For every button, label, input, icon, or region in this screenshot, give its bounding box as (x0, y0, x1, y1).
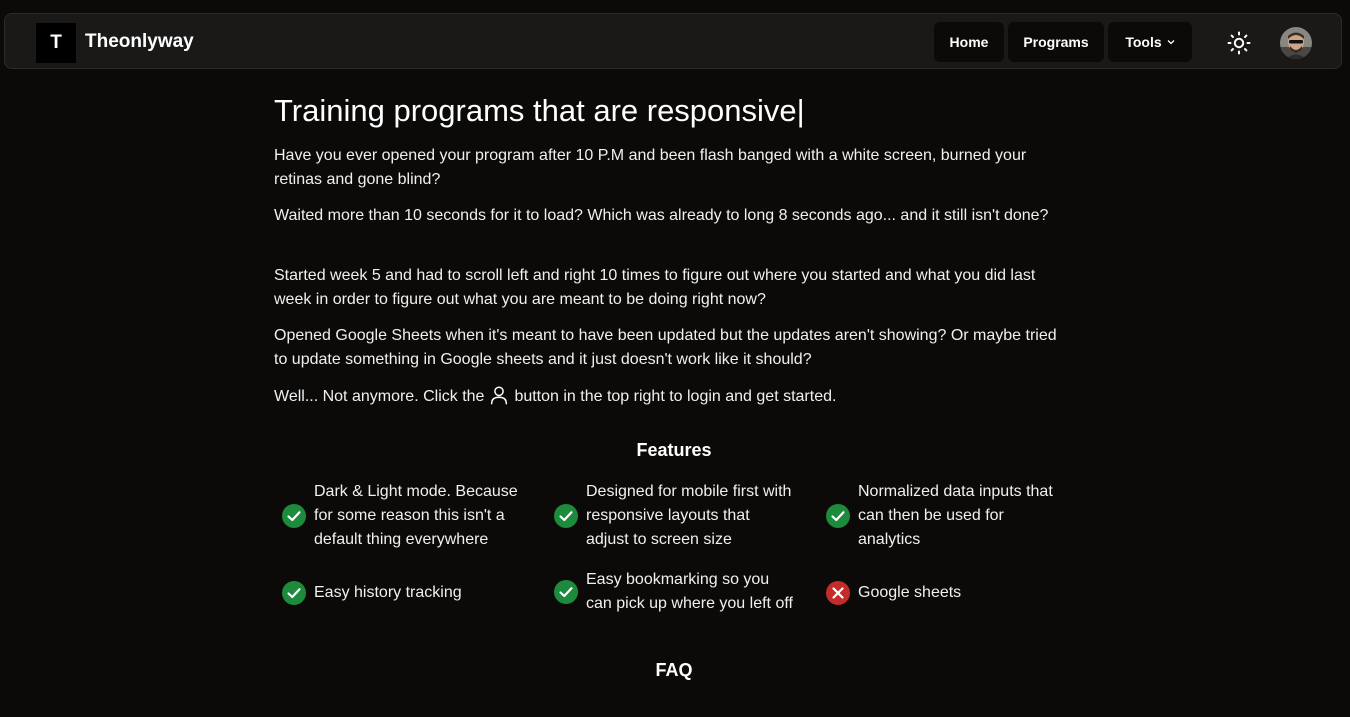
check-circle-icon (282, 581, 306, 605)
intro-paragraph-3: Started week 5 and had to scroll left an… (274, 267, 1036, 308)
intro-paragraph-2: Waited more than 10 seconds for it to lo… (274, 207, 1049, 224)
nav-tools-label: Tools (1125, 34, 1162, 50)
feature-item: Easy bookmarking so you can pick up wher… (546, 568, 796, 616)
x-circle-icon (826, 581, 850, 605)
chevron-down-icon (1167, 39, 1175, 45)
nav-home-button[interactable]: Home (934, 22, 1004, 62)
nav-programs-label: Programs (1023, 34, 1089, 50)
typing-caret: | (796, 93, 805, 128)
feature-text: Google sheets (858, 584, 962, 601)
check-circle-icon (826, 504, 850, 528)
feature-text: Easy bookmarking so you can pick up wher… (586, 571, 793, 612)
user-avatar[interactable] (1280, 27, 1312, 59)
title-text: Training programs that are responsive (274, 93, 797, 128)
feature-item: Google sheets (818, 581, 1068, 605)
intro-paragraph-4: Opened Google Sheets when it's meant to … (274, 327, 1057, 368)
logo-mark[interactable]: T (36, 23, 76, 63)
feature-text: Designed for mobile first with responsiv… (586, 483, 792, 548)
check-circle-icon (282, 504, 306, 528)
check-circle-icon (554, 504, 578, 528)
check-circle-icon (554, 580, 578, 604)
cta-after-text: button in the top right to login and get… (514, 388, 837, 405)
feature-item: Dark & Light mode. Because for some reas… (274, 480, 524, 552)
intro-paragraph-1: Have you ever opened your program after … (274, 147, 1027, 188)
cta-before-text: Well... Not anymore. Click the (274, 388, 485, 405)
main-content: Training programs that are responsive| H… (274, 90, 1074, 680)
feature-text: Easy history tracking (314, 584, 462, 601)
feature-item: Designed for mobile first with responsiv… (546, 480, 796, 552)
feature-text: Dark & Light mode. Because for some reas… (314, 483, 518, 548)
feature-item: Easy history tracking (274, 581, 524, 605)
faq-heading: FAQ (655, 660, 693, 680)
user-icon (488, 384, 510, 414)
brand-name[interactable]: Theonlyway (85, 31, 194, 53)
sun-icon[interactable] (1226, 30, 1252, 56)
cta-paragraph: Well... Not anymore. Click the button in … (274, 384, 1064, 414)
nav-home-label: Home (949, 34, 989, 50)
feature-item: Normalized data inputs that can then be … (818, 480, 1068, 552)
page-title: Training programs that are responsive| (274, 90, 1074, 132)
nav-programs-button[interactable]: Programs (1008, 22, 1104, 62)
top-navbar: T Theonlyway Home Programs Tools (4, 13, 1342, 69)
feature-text: Normalized data inputs that can then be … (858, 483, 1053, 548)
features-heading: Features (636, 440, 712, 460)
nav-tools-dropdown[interactable]: Tools (1108, 22, 1192, 62)
